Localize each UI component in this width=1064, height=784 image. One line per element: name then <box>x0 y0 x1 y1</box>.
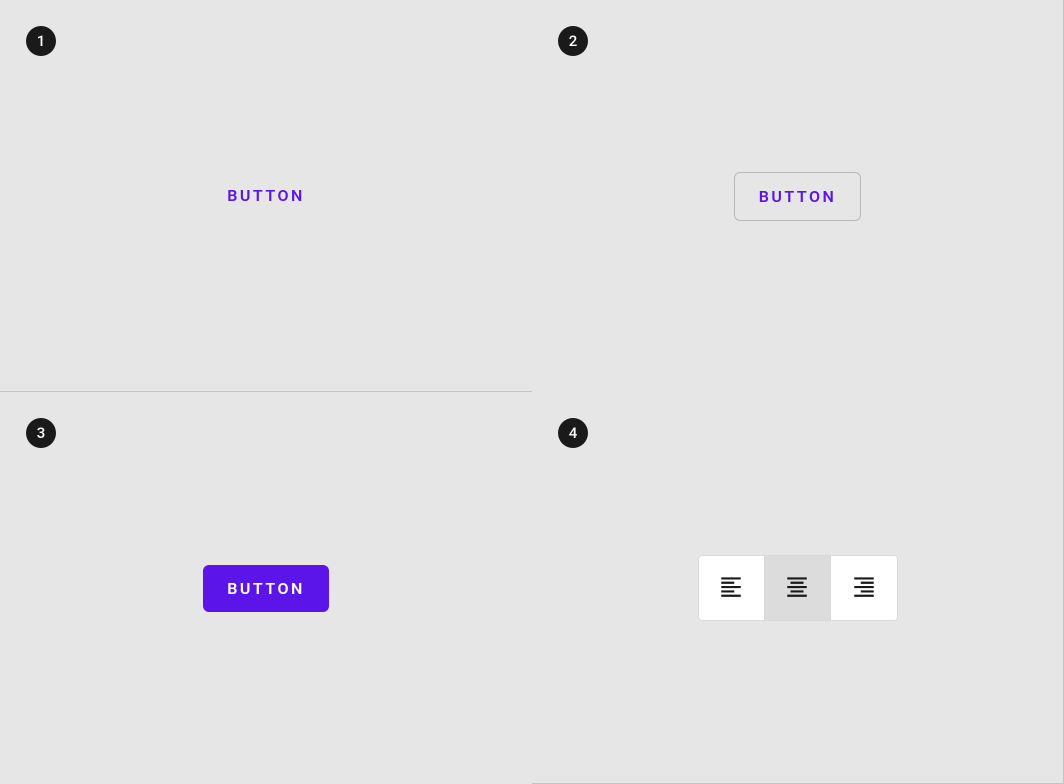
align-left-icon <box>718 573 744 602</box>
quadrant-3: 3 BUTTON <box>0 392 532 784</box>
quadrant-badge: 1 <box>26 26 56 56</box>
quadrant-1: 1 BUTTON <box>0 0 532 392</box>
quadrant-4: 4 <box>532 392 1064 784</box>
text-button[interactable]: BUTTON <box>227 186 305 205</box>
align-center-button[interactable] <box>765 556 831 620</box>
outlined-button[interactable]: BUTTON <box>734 172 862 221</box>
alignment-toggle-group <box>698 555 898 621</box>
quadrant-badge: 4 <box>558 418 588 448</box>
align-right-button[interactable] <box>831 556 897 620</box>
quadrant-badge: 3 <box>26 418 56 448</box>
align-center-icon <box>784 573 810 602</box>
align-left-button[interactable] <box>699 556 765 620</box>
contained-button[interactable]: BUTTON <box>203 565 329 612</box>
quadrant-badge: 2 <box>558 26 588 56</box>
align-right-icon <box>851 573 877 602</box>
quadrant-2: 2 BUTTON <box>532 0 1064 392</box>
